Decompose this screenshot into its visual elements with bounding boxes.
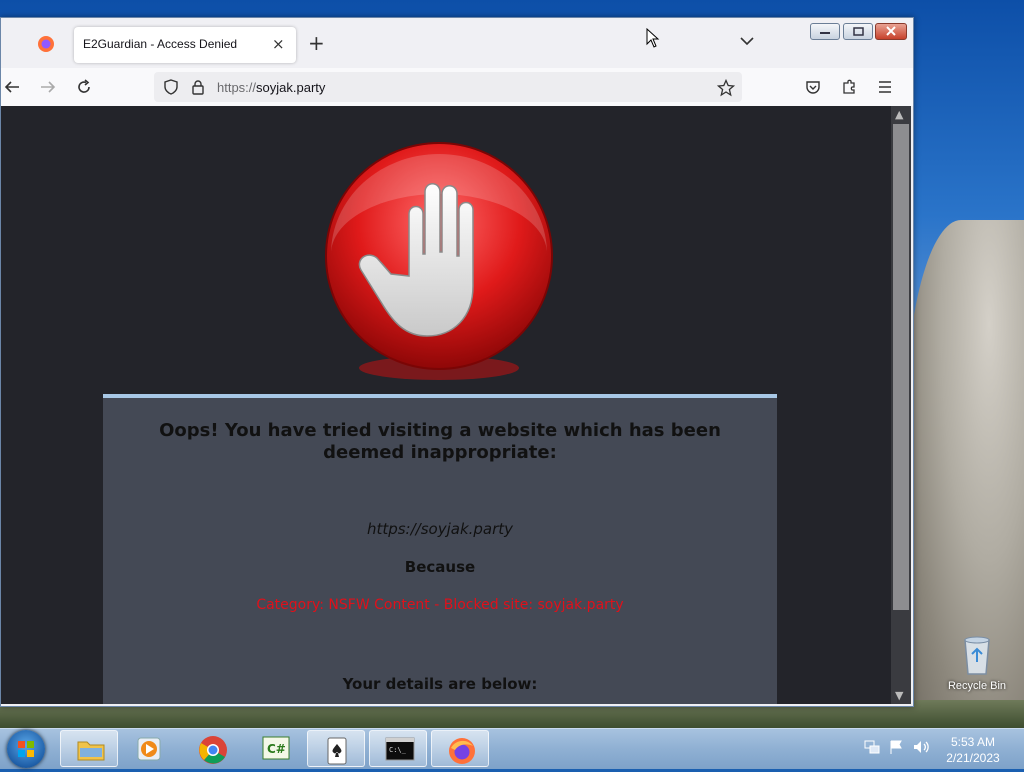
scroll-up-icon[interactable]: ▲ [895, 108, 903, 121]
back-icon[interactable] [3, 78, 21, 96]
tab-bar: E2Guardian - Access Denied × + [1, 18, 913, 68]
extensions-icon[interactable] [841, 78, 858, 95]
taskbar-csharp-ide[interactable]: C# [246, 730, 304, 767]
minimize-button[interactable] [810, 23, 840, 40]
chrome-icon [199, 736, 227, 764]
tracking-protection-shield-icon[interactable] [163, 79, 179, 95]
url-protocol: https:// [217, 80, 257, 95]
recycle-bin[interactable]: Recycle Bin [942, 632, 1012, 692]
recycle-bin-icon [964, 636, 990, 675]
lock-icon[interactable] [191, 79, 205, 95]
url-host: soyjak.party [256, 80, 326, 95]
windows-logo-icon [18, 741, 34, 757]
scroll-down-icon[interactable]: ▼ [895, 689, 903, 702]
vertical-scrollbar[interactable]: ▲ ▼ [891, 106, 911, 704]
url-text[interactable]: https://soyjak.party [217, 80, 325, 95]
taskbar-media-player[interactable] [120, 730, 178, 767]
taskbar: C# C:\_ 5:53 AM 2/21/2023 [0, 728, 1024, 769]
csharp-icon: C# [262, 736, 290, 760]
taskbar-chrome[interactable] [183, 730, 241, 767]
mouse-cursor-icon [646, 28, 660, 48]
list-all-tabs-icon[interactable] [740, 36, 754, 46]
menu-icon[interactable] [877, 80, 893, 94]
volume-icon[interactable] [912, 739, 930, 755]
taskbar-clock[interactable]: 5:53 AM 2/21/2023 [938, 734, 1008, 766]
media-player-icon [137, 737, 161, 761]
command-prompt-icon: C:\_ [385, 737, 415, 761]
clock-date: 2/21/2023 [946, 751, 1000, 765]
close-window-button[interactable] [875, 23, 907, 40]
folder-icon [77, 741, 105, 761]
bookmark-star-icon[interactable] [717, 79, 735, 97]
svg-text:C#: C# [267, 742, 286, 756]
because-label: Because [404, 558, 476, 576]
tab-title: E2Guardian - Access Denied [83, 37, 238, 51]
svg-text:C:\_: C:\_ [389, 746, 407, 754]
taskbar-command-prompt[interactable]: C:\_ [369, 730, 427, 767]
block-heading: Oops! You have tried visiting a website … [159, 420, 721, 463]
details-label: Your details are below: [342, 675, 538, 693]
page-content: Oops! You have tried visiting a website … [1, 106, 891, 704]
new-tab-icon[interactable]: + [308, 33, 325, 53]
blocked-url: https://soyjak.party [366, 520, 514, 538]
navigation-bar: https://soyjak.party [1, 68, 913, 106]
firefox-tab-icon[interactable] [37, 35, 55, 53]
maximize-button[interactable] [843, 23, 873, 40]
recycle-bin-label: Recycle Bin [947, 680, 1007, 692]
message-panel: Oops! You have tried visiting a website … [103, 394, 777, 704]
taskbar-file-explorer[interactable] [60, 730, 118, 767]
reload-icon[interactable] [75, 78, 93, 96]
tab-close-icon[interactable]: × [272, 35, 285, 53]
browser-window: E2Guardian - Access Denied × + https://s… [0, 17, 914, 707]
forward-icon[interactable] [39, 78, 57, 96]
url-bar[interactable]: https://soyjak.party [154, 72, 742, 102]
scroll-thumb[interactable] [893, 124, 909, 610]
clock-time: 5:53 AM [950, 735, 996, 749]
start-button[interactable] [7, 730, 45, 768]
block-reason: Category: NSFW Content - Blocked site: s… [256, 597, 624, 613]
firefox-icon [449, 738, 475, 764]
network-icon[interactable] [864, 739, 880, 755]
tab-active[interactable]: E2Guardian - Access Denied × [74, 27, 296, 63]
playing-card-icon [327, 737, 347, 765]
action-center-flag-icon[interactable] [888, 739, 904, 755]
pocket-icon[interactable] [805, 79, 821, 95]
taskbar-solitaire[interactable] [307, 730, 365, 767]
taskbar-firefox[interactable] [431, 730, 489, 767]
stop-hand-icon [325, 142, 553, 380]
